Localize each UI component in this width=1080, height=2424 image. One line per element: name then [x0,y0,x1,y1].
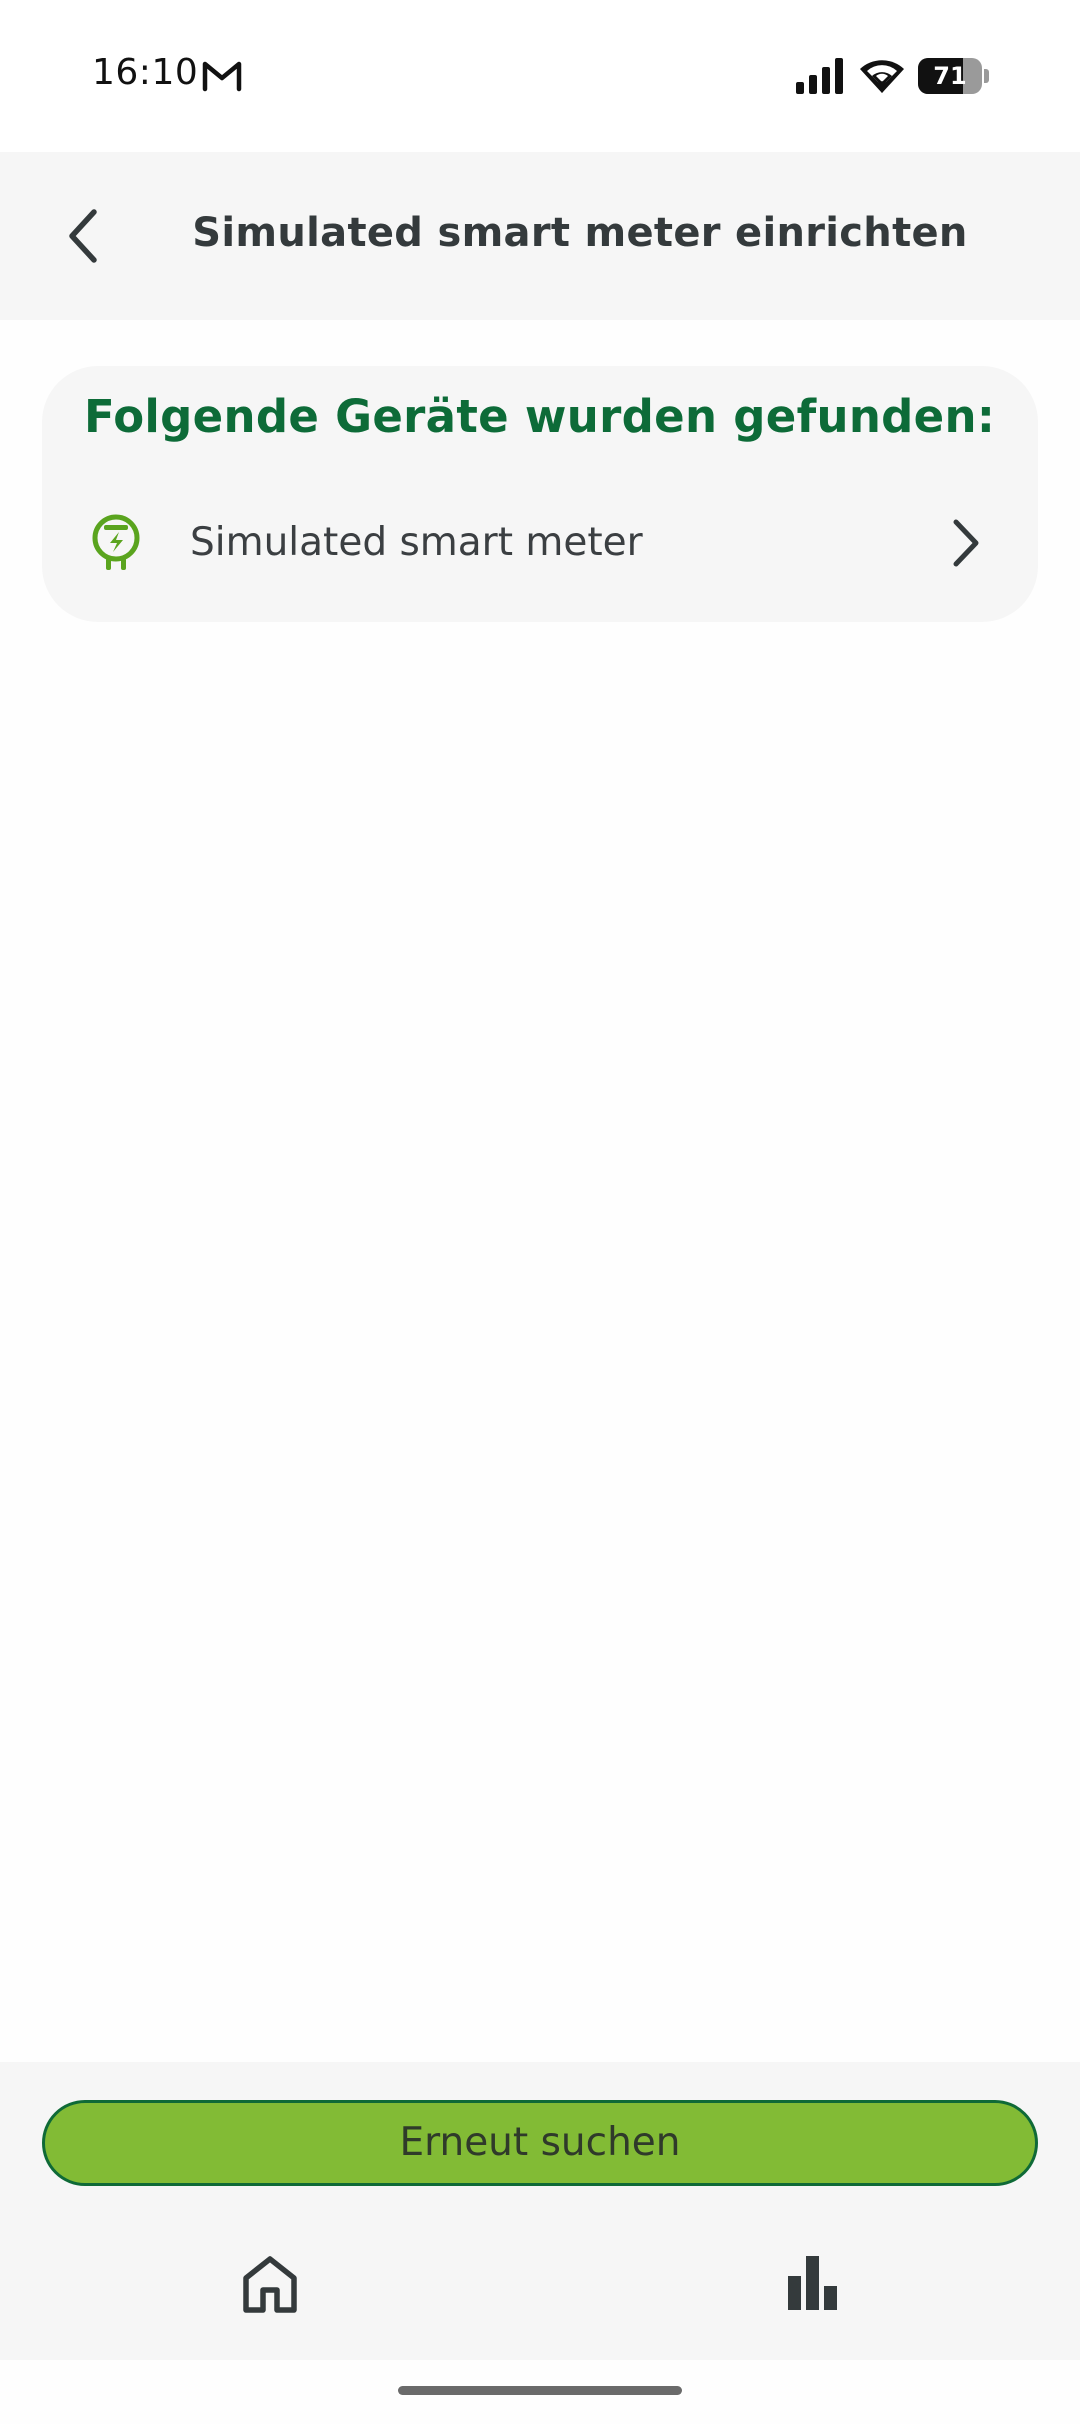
smart-meter-icon [88,512,144,578]
cellular-signal-icon [796,58,844,98]
home-icon[interactable] [240,2254,300,2318]
app-header: Simulated smart meter einrichten [0,152,1080,320]
gmail-icon [202,60,242,96]
bar-chart-icon[interactable] [788,2256,838,2314]
bottom-area: Erneut suchen [0,2062,1080,2360]
chevron-right-icon [948,518,984,572]
status-bar: 16:10 71 [0,0,1080,152]
page-title: Simulated smart meter einrichten [192,210,968,256]
status-time: 16:10 [92,52,199,93]
wifi-icon [858,56,906,98]
found-devices-card: Folgende Geräte wurden gefunden: Simulat… [42,366,1038,622]
search-again-button[interactable]: Erneut suchen [42,2100,1038,2186]
battery-percent: 71 [933,62,967,90]
device-list-item[interactable]: Simulated smart meter [42,490,1038,594]
device-name: Simulated smart meter [190,520,643,565]
home-indicator[interactable] [398,2386,682,2395]
found-devices-heading: Folgende Geräte wurden gefunden: [84,390,996,443]
battery-indicator: 71 [918,58,989,94]
